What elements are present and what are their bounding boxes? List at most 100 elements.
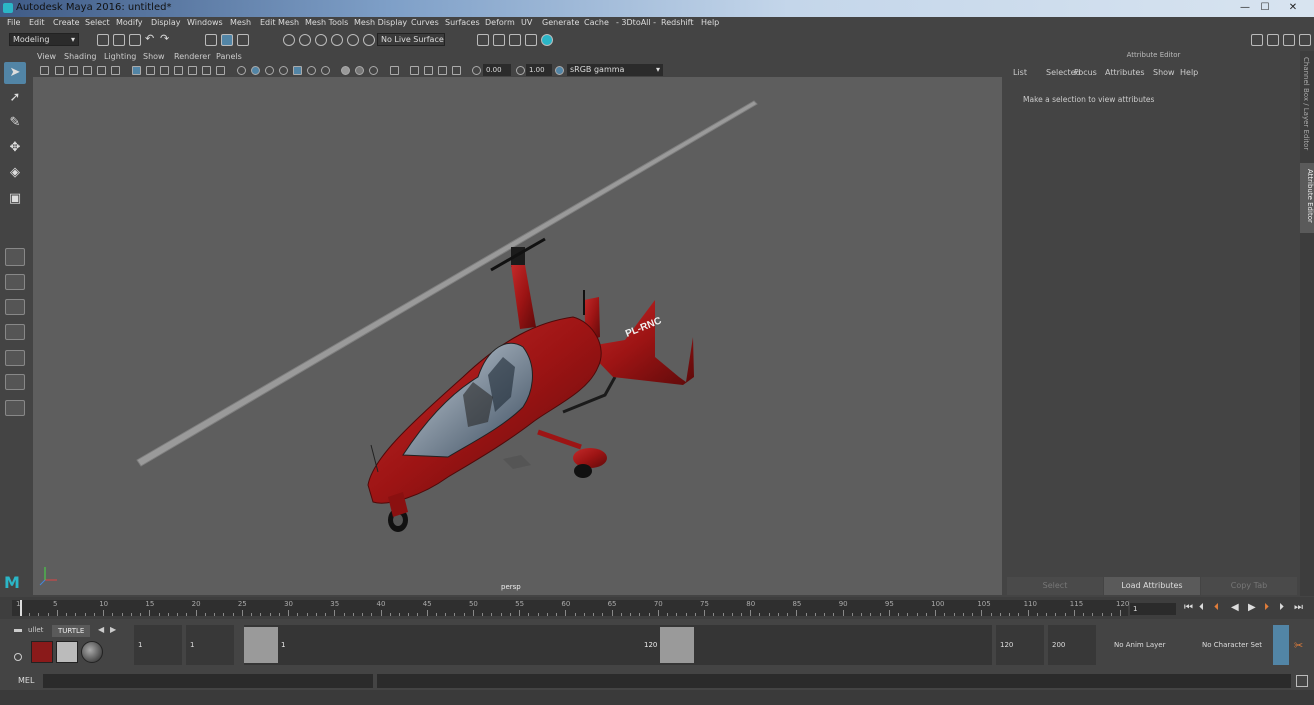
- lasso-tool-icon[interactable]: ➚: [4, 87, 26, 109]
- shelf-tab-bullet[interactable]: ullet: [28, 626, 43, 634]
- menu-item-help[interactable]: Help: [701, 18, 719, 27]
- select-object-icon[interactable]: [221, 34, 233, 46]
- exposure-field[interactable]: 0.00: [483, 64, 511, 76]
- current-time-indicator[interactable]: [20, 600, 22, 616]
- mode-selector[interactable]: Modeling ▾: [9, 33, 79, 46]
- use-all-lights-icon[interactable]: [293, 66, 302, 75]
- film-gate-icon[interactable]: [146, 66, 155, 75]
- attribute-menu-list[interactable]: List: [1013, 68, 1027, 77]
- live-surface-icon[interactable]: [363, 34, 375, 46]
- single-perspective-layout-icon[interactable]: [5, 248, 25, 266]
- menu-item-3dtoall[interactable]: - 3DtoAll -: [616, 18, 656, 27]
- make-live-icon[interactable]: [347, 34, 359, 46]
- safe-title-icon[interactable]: [216, 66, 225, 75]
- wireframe-icon[interactable]: [237, 66, 246, 75]
- attribute-menu-attributes[interactable]: Attributes: [1105, 68, 1145, 77]
- snap-curve-icon[interactable]: [299, 34, 311, 46]
- current-frame-field[interactable]: 1: [1130, 603, 1176, 615]
- open-scene-icon[interactable]: [113, 34, 125, 46]
- step-forward-frame-icon[interactable]: ⏵: [1279, 602, 1284, 613]
- save-scene-icon[interactable]: [129, 34, 141, 46]
- tool-settings-toggle-icon[interactable]: [1299, 34, 1311, 46]
- gamma-icon[interactable]: [516, 66, 525, 75]
- maximize-button[interactable]: ☐: [1256, 1, 1274, 15]
- render-view-icon[interactable]: [477, 34, 489, 46]
- textured-icon[interactable]: [279, 66, 288, 75]
- hypershade-icon[interactable]: [541, 34, 553, 46]
- menu-item-cache[interactable]: Cache: [584, 18, 609, 27]
- playback-range-slider[interactable]: 1 120: [244, 625, 992, 665]
- range-start-handle[interactable]: [244, 627, 278, 663]
- four-view-layout-icon[interactable]: [5, 274, 25, 290]
- shadows-icon[interactable]: [307, 66, 316, 75]
- backface-culling-icon[interactable]: [452, 66, 461, 75]
- 2d-pan-zoom-icon[interactable]: [97, 66, 106, 75]
- shelf-item-red-material-icon[interactable]: [31, 641, 53, 663]
- custom-layout-icon[interactable]: [5, 400, 25, 416]
- exposure-icon[interactable]: [472, 66, 481, 75]
- shelf-tab-prev-icon[interactable]: ◀: [98, 625, 104, 634]
- wireframe-on-shaded-icon[interactable]: [265, 66, 274, 75]
- step-back-key-icon[interactable]: ⏴: [1214, 602, 1219, 613]
- menu-item-mesh-tools[interactable]: Mesh Tools: [305, 18, 348, 27]
- isolate-select-icon[interactable]: [390, 66, 399, 75]
- viewport-menu-renderer[interactable]: Renderer: [174, 52, 211, 61]
- attribute-menu-help[interactable]: Help: [1180, 68, 1198, 77]
- play-backwards-icon[interactable]: ◀: [1231, 602, 1239, 613]
- color-management-icon[interactable]: [555, 66, 564, 75]
- step-back-frame-icon[interactable]: ⏴: [1199, 602, 1204, 613]
- select-button[interactable]: Select: [1007, 577, 1103, 595]
- live-surface-field[interactable]: No Live Surface: [377, 33, 445, 46]
- auto-key-icon[interactable]: [1273, 625, 1289, 665]
- range-end-handle[interactable]: [660, 627, 694, 663]
- safe-action-icon[interactable]: [202, 66, 211, 75]
- viewport-menu-view[interactable]: View: [37, 52, 56, 61]
- perspective-viewport[interactable]: PL-RNC persp: [33, 77, 1002, 595]
- grease-pencil-icon[interactable]: [111, 66, 120, 75]
- paint-select-tool-icon[interactable]: ✎: [4, 112, 26, 134]
- shelf-item-render-icon[interactable]: [56, 641, 78, 663]
- smooth-shade-icon[interactable]: [251, 66, 260, 75]
- menu-item-file[interactable]: File: [7, 18, 20, 27]
- mel-input[interactable]: [43, 674, 373, 688]
- menu-item-create[interactable]: Create: [53, 18, 80, 27]
- anim-start-field[interactable]: 1: [186, 625, 234, 665]
- go-to-end-icon[interactable]: ⏭: [1294, 602, 1303, 613]
- copy-tab-button[interactable]: Copy Tab: [1201, 577, 1297, 595]
- shelf-settings-icon[interactable]: [14, 653, 22, 661]
- menu-item-deform[interactable]: Deform: [485, 18, 515, 27]
- play-forwards-icon[interactable]: ▶: [1248, 602, 1256, 613]
- menu-item-modify[interactable]: Modify: [116, 18, 143, 27]
- resolution-gate-icon[interactable]: [160, 66, 169, 75]
- color-space-dropdown[interactable]: sRGB gamma ▾: [567, 64, 663, 76]
- menu-item-uv[interactable]: UV: [521, 18, 532, 27]
- attribute-editor-toggle-icon[interactable]: [1283, 34, 1295, 46]
- xray-icon[interactable]: [410, 66, 419, 75]
- persp-hypershade-layout-icon[interactable]: [5, 350, 25, 366]
- render-settings-icon[interactable]: [525, 34, 537, 46]
- anim-layer-dropdown[interactable]: No Anim Layer: [1110, 625, 1180, 665]
- timeline-ruler[interactable]: 1 5 10 15 20 25 30 35 40 45 50 55 60 65 70 75 80 85 90 95 10…: [12, 600, 1129, 616]
- bookmark-icon[interactable]: [69, 66, 78, 75]
- xray-components-icon[interactable]: [438, 66, 447, 75]
- range-end-field[interactable]: 200: [1048, 625, 1096, 665]
- viewport-menu-shading[interactable]: Shading: [64, 52, 97, 61]
- gate-mask-icon[interactable]: [174, 66, 183, 75]
- multisample-aa-icon[interactable]: [355, 66, 364, 75]
- close-button[interactable]: ✕: [1278, 1, 1308, 15]
- xray-joints-icon[interactable]: [424, 66, 433, 75]
- viewport-menu-lighting[interactable]: Lighting: [104, 52, 136, 61]
- viewport-menu-show[interactable]: Show: [143, 52, 165, 61]
- character-set-dropdown[interactable]: No Character Set: [1198, 625, 1270, 665]
- channel-box-tab[interactable]: Channel Box / Layer Editor: [1302, 57, 1310, 150]
- load-attributes-button[interactable]: Load Attributes: [1104, 577, 1200, 595]
- screen-space-ao-icon[interactable]: [321, 66, 330, 75]
- scale-tool-icon[interactable]: ▣: [4, 188, 26, 210]
- go-to-start-icon[interactable]: ⏮: [1184, 602, 1193, 613]
- menu-item-redshift[interactable]: Redshift: [661, 18, 693, 27]
- grid-icon[interactable]: [132, 66, 141, 75]
- ipr-render-icon[interactable]: [509, 34, 521, 46]
- select-component-icon[interactable]: [237, 34, 249, 46]
- field-chart-icon[interactable]: [188, 66, 197, 75]
- persp-render-layout-icon[interactable]: [5, 374, 25, 390]
